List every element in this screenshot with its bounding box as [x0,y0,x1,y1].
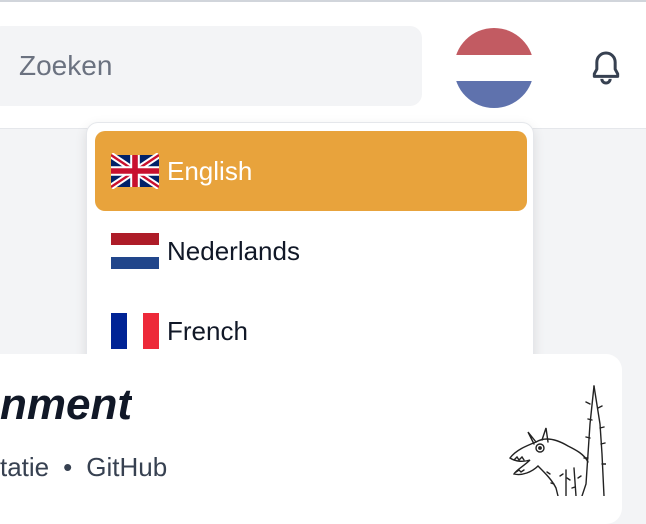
language-option-nederlands[interactable]: Nederlands [95,211,527,291]
language-dropdown-menu: English Nederlands French [86,122,534,378]
language-option-english[interactable]: English [95,131,527,211]
flag-stripe-white [454,54,534,82]
flag-stripe-red [454,28,534,55]
language-option-label: French [167,315,248,346]
link-separator: • [63,452,73,482]
github-link[interactable]: GitHub [86,452,167,482]
documentation-link[interactable]: tatie [0,452,49,482]
language-option-label: English [167,155,253,186]
bell-icon[interactable] [586,48,626,88]
card-links: tatie • GitHub [0,452,167,483]
fr-flag-icon [111,313,159,349]
wolf-mascot-icon [508,385,606,496]
language-switcher-button[interactable] [454,28,534,108]
uk-flag-icon [111,153,159,189]
language-option-label: Nederlands [167,235,300,266]
top-bar [0,0,646,129]
search-input[interactable] [0,26,422,106]
flag-stripe-blue [454,81,534,108]
nl-flag-icon [111,233,159,269]
card-title: nment [0,380,132,429]
